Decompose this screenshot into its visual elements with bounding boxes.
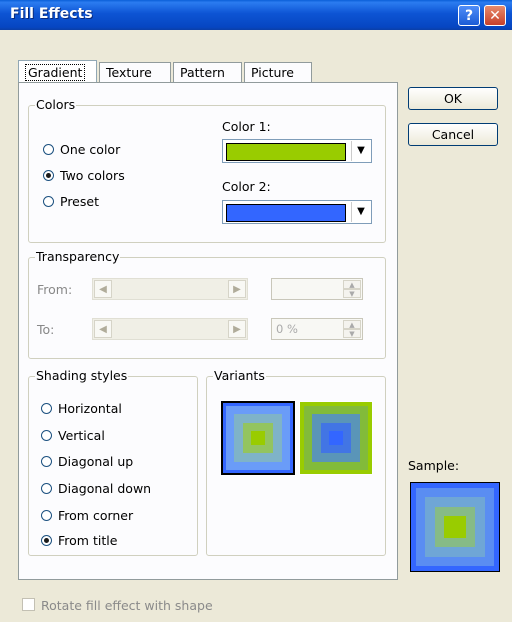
up-arrow-icon[interactable]: ▲ <box>343 280 361 289</box>
cancel-button[interactable]: Cancel <box>408 123 498 146</box>
color1-label: Color 1: <box>222 119 271 134</box>
variants-label: Variants <box>213 368 266 383</box>
from-corner-radio[interactable]: From corner <box>41 508 133 524</box>
up-arrow-icon[interactable]: ▲ <box>343 320 361 329</box>
shading-styles-label: Shading styles <box>35 368 129 383</box>
tab-pattern[interactable]: Pattern <box>173 62 242 82</box>
transparency-group: Transparency From: ◀ ▶ ▲ ▼ To: ◀ ▶ 0 % ▲… <box>28 249 386 359</box>
title-bar: Fill Effects ? ✕ <box>0 0 512 30</box>
from-spinner[interactable]: ▲ ▼ <box>271 278 363 300</box>
tab-gradient[interactable]: Gradient <box>18 60 97 84</box>
variant-2[interactable] <box>299 401 373 475</box>
chevron-down-icon[interactable]: ▼ <box>351 141 370 161</box>
transparency-group-label: Transparency <box>35 249 121 264</box>
to-spinner[interactable]: 0 % ▲ ▼ <box>271 318 363 340</box>
variants-group: Variants <box>206 368 386 556</box>
tab-texture[interactable]: Texture <box>99 62 171 82</box>
two-colors-radio[interactable]: Two colors <box>43 168 125 184</box>
sample-label: Sample: <box>408 458 460 473</box>
window-title: Fill Effects <box>10 6 93 22</box>
color2-label: Color 2: <box>222 179 271 194</box>
left-arrow-icon[interactable]: ◀ <box>94 280 112 298</box>
tab-picture[interactable]: Picture <box>244 62 312 82</box>
color1-dropdown[interactable]: ▼ <box>222 139 372 163</box>
diagonal-down-radio[interactable]: Diagonal down <box>41 481 151 497</box>
down-arrow-icon[interactable]: ▼ <box>343 329 361 338</box>
right-arrow-icon[interactable]: ▶ <box>228 280 246 298</box>
shading-styles-group: Shading styles Horizontal Vertical Diago… <box>28 368 198 556</box>
colors-group: Colors One color Two colors Preset Color… <box>28 97 386 243</box>
gradient-panel: Colors One color Two colors Preset Color… <box>18 82 398 580</box>
to-slider[interactable]: ◀ ▶ <box>92 318 248 340</box>
down-arrow-icon[interactable]: ▼ <box>343 289 361 298</box>
horizontal-radio[interactable]: Horizontal <box>41 401 122 417</box>
help-button[interactable]: ? <box>458 5 480 26</box>
sample-preview <box>410 482 500 572</box>
diagonal-up-radio[interactable]: Diagonal up <box>41 454 133 470</box>
one-color-radio[interactable]: One color <box>43 142 120 158</box>
close-button[interactable]: ✕ <box>484 5 506 26</box>
chevron-down-icon[interactable]: ▼ <box>351 202 370 222</box>
right-arrow-icon[interactable]: ▶ <box>228 320 246 338</box>
color2-swatch <box>226 204 346 222</box>
from-title-radio[interactable]: From title <box>41 533 117 549</box>
preset-radio[interactable]: Preset <box>43 194 99 210</box>
rotate-fill-checkbox[interactable]: Rotate fill effect with shape <box>22 598 213 613</box>
color1-swatch <box>226 143 346 161</box>
vertical-radio[interactable]: Vertical <box>41 428 105 444</box>
to-label: To: <box>37 322 55 337</box>
ok-button[interactable]: OK <box>408 87 498 110</box>
left-arrow-icon[interactable]: ◀ <box>94 320 112 338</box>
from-label: From: <box>37 282 73 297</box>
variant-1[interactable] <box>220 400 296 476</box>
colors-group-label: Colors <box>35 97 77 112</box>
from-slider[interactable]: ◀ ▶ <box>92 278 248 300</box>
checkbox-box[interactable] <box>22 598 35 611</box>
color2-dropdown[interactable]: ▼ <box>222 200 372 224</box>
